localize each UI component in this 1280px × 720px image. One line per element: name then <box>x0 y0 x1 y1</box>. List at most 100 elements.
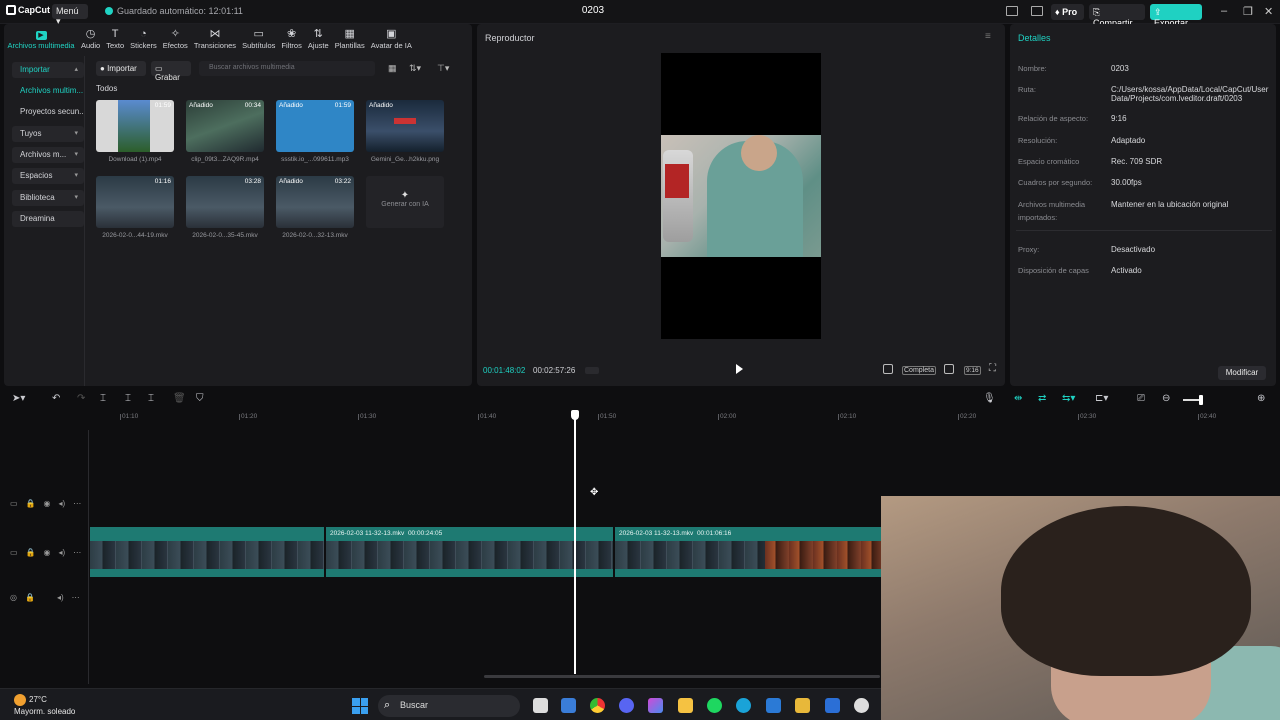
folder-icon[interactable] <box>678 698 693 713</box>
lock-icon[interactable]: 🔒 <box>25 593 35 602</box>
export-button[interactable]: ⇪ Exportar <box>1150 4 1202 28</box>
weather-widget[interactable]: 27°C Mayorm. soleado <box>14 694 75 717</box>
shield-icon[interactable]: ⛉ <box>196 393 204 404</box>
search-input[interactable]: Buscar archivos multimedia <box>199 61 375 76</box>
share-button[interactable]: ⎘ Compartir <box>1089 4 1145 28</box>
tab-filters[interactable]: ❀ Filtros <box>278 24 304 51</box>
snap-icon[interactable]: ⇆▾ <box>1062 393 1075 404</box>
todo-icon[interactable] <box>825 698 840 713</box>
video-preview[interactable] <box>661 53 821 339</box>
playhead[interactable] <box>574 410 576 674</box>
speaker-icon[interactable]: ◂) <box>59 499 66 508</box>
main-track[interactable]: 2026-02-03 11-32-13.mkv 00:00:24:05 2026… <box>90 527 882 577</box>
archive-icon[interactable] <box>795 698 810 713</box>
sidebar-item-tuyos[interactable]: Tuyos ▾ <box>12 126 84 142</box>
preview-axis-icon[interactable]: ⊏▾ <box>1095 393 1108 404</box>
media-item[interactable]: Añadido 03:22 2026-02-0...32-13.mkv <box>276 176 354 239</box>
edge-icon[interactable] <box>736 698 751 713</box>
generate-ai-button[interactable]: ✦ Generar con IA <box>366 176 444 228</box>
tab-audio[interactable]: ◷ Audio <box>78 24 103 51</box>
tab-templates[interactable]: ▦ Plantillas <box>332 24 368 51</box>
clip-left-part[interactable] <box>90 527 326 577</box>
speaker-icon[interactable]: ◂) <box>57 593 64 602</box>
zoom-fit-icon[interactable]: ⊕ <box>1257 393 1265 404</box>
lock-icon[interactable]: 🔒 <box>26 499 36 508</box>
eye-icon[interactable]: ◉ <box>44 548 51 557</box>
screenshot-icon[interactable] <box>944 364 954 374</box>
chrome-icon[interactable] <box>590 698 605 713</box>
ratio-button[interactable]: 9:16 <box>964 366 981 375</box>
sidebar-item-biblioteca[interactable]: Biblioteca ▾ <box>12 190 84 206</box>
media-item[interactable]: 01:59 Download (1).mp4 <box>96 100 174 163</box>
more-icon[interactable]: ⋯ <box>73 499 81 508</box>
fullscreen-icon[interactable]: ⛶ <box>989 363 996 374</box>
task-view-icon[interactable] <box>533 698 548 713</box>
sidebar-item-archivos[interactable]: Archivos multim... <box>12 83 84 99</box>
media-item[interactable]: 01:16 2026-02-0...44-19.mkv <box>96 176 174 239</box>
windows-start-icon[interactable] <box>352 698 368 714</box>
timeline-scrollbar[interactable] <box>484 675 880 678</box>
magnet-icon[interactable]: ⇄ <box>1038 393 1046 404</box>
menu-button[interactable]: Menú ▾ <box>52 4 88 26</box>
play-icon[interactable] <box>736 364 743 374</box>
zoom-slider-handle[interactable] <box>1199 395 1203 405</box>
zoom-out-icon[interactable]: ⊖ <box>1162 393 1170 404</box>
redo-icon[interactable]: ↷ <box>77 393 85 404</box>
tab-effects[interactable]: ✧ Efectos <box>160 24 191 51</box>
mail-icon[interactable] <box>766 698 781 713</box>
close-icon[interactable]: ✕ <box>1264 5 1273 18</box>
video-clip[interactable]: 2026-02-03 11-32-13.mkv 00:00:24:05 <box>326 527 615 577</box>
select-tool-icon[interactable]: ➤▾ <box>12 393 25 404</box>
modify-button[interactable]: Modificar <box>1218 366 1266 380</box>
sidebar-item-archivos-m[interactable]: Archivos m... ▾ <box>12 147 84 163</box>
pro-button[interactable]: ♦ Pro <box>1051 4 1084 20</box>
layout-icon[interactable] <box>1006 6 1018 16</box>
split-icon[interactable]: ⌶ <box>100 393 106 404</box>
link-icon[interactable]: ⇹ <box>1014 393 1022 404</box>
sidebar-item-proyectos[interactable]: Proyectos secun... <box>12 104 84 120</box>
undo-icon[interactable]: ↶ <box>52 393 60 404</box>
audio-track-icon[interactable]: ◎ <box>10 593 17 602</box>
trim-left-icon[interactable]: ⌶ <box>125 393 131 404</box>
cover-icon[interactable]: ▭ <box>10 499 18 508</box>
caption-icon[interactable]: ⎚ <box>1137 393 1145 404</box>
quality-button[interactable]: Completa <box>902 366 936 375</box>
taskbar-search[interactable]: Buscar <box>378 695 520 717</box>
capcut-taskbar-icon[interactable] <box>854 698 869 713</box>
waveform-icon[interactable] <box>585 367 599 374</box>
tab-media[interactable]: ▶ Archivos multimedia <box>4 24 78 50</box>
tab-stickers[interactable]: ◔ Stickers <box>127 24 160 51</box>
shortcuts-icon[interactable] <box>1031 6 1043 16</box>
app-icon[interactable] <box>561 698 576 713</box>
restore-icon[interactable]: ❐ <box>1243 5 1253 18</box>
cover-icon[interactable]: ▭ <box>10 548 18 557</box>
video-clip[interactable]: 2026-02-03 11-32-13.mkv 00:01:06:16 <box>615 527 882 577</box>
tab-adjust[interactable]: ⇅ Ajuste <box>305 24 332 51</box>
sidebar-item-espacios[interactable]: Espacios ▾ <box>12 168 84 184</box>
frame-icon[interactable] <box>883 364 893 374</box>
grid-view-icon[interactable]: ▦ <box>388 63 397 74</box>
menu-icon[interactable]: ≡ <box>985 31 991 42</box>
tab-subtitles[interactable]: ▭ Subtítulos <box>239 24 278 51</box>
minimize-icon[interactable]: – <box>1221 5 1227 17</box>
media-item[interactable]: Añadido 00:34 clip_09t3...ZAQ9R.mp4 <box>186 100 264 163</box>
timeline-ruler[interactable]: 01:10 01:20 01:30 01:40 01:50 02:00 02:1… <box>90 410 1280 424</box>
more-icon[interactable]: ⋯ <box>72 593 80 602</box>
tab-text[interactable]: T Texto <box>103 24 127 51</box>
mic-icon[interactable]: 🎙 <box>983 393 996 404</box>
media-item[interactable]: 03:28 2026-02-0...35-45.mkv <box>186 176 264 239</box>
sidebar-item-dreamina[interactable]: Dreamina <box>12 211 84 227</box>
sort-icon[interactable]: ⇅▾ <box>409 63 421 74</box>
discord-icon[interactable] <box>619 698 634 713</box>
more-icon[interactable]: ⋯ <box>73 548 81 557</box>
trim-right-icon[interactable]: ⌶ <box>148 393 154 404</box>
delete-icon[interactable]: 🗑 <box>173 393 186 404</box>
tab-transitions[interactable]: ⋈ Transiciones <box>191 24 239 51</box>
spotify-icon[interactable] <box>707 698 722 713</box>
record-button[interactable]: ▭ Grabar <box>151 61 191 82</box>
eye-icon[interactable]: ◉ <box>44 499 51 508</box>
media-item[interactable]: Añadido 01:59 ssstik.io_...099611.mp3 <box>276 100 354 163</box>
import-button[interactable]: ● Importar <box>96 61 146 76</box>
lock-icon[interactable]: 🔒 <box>26 548 36 557</box>
media-item[interactable]: Añadido Gemini_Ge...h2kku.png <box>366 100 444 163</box>
